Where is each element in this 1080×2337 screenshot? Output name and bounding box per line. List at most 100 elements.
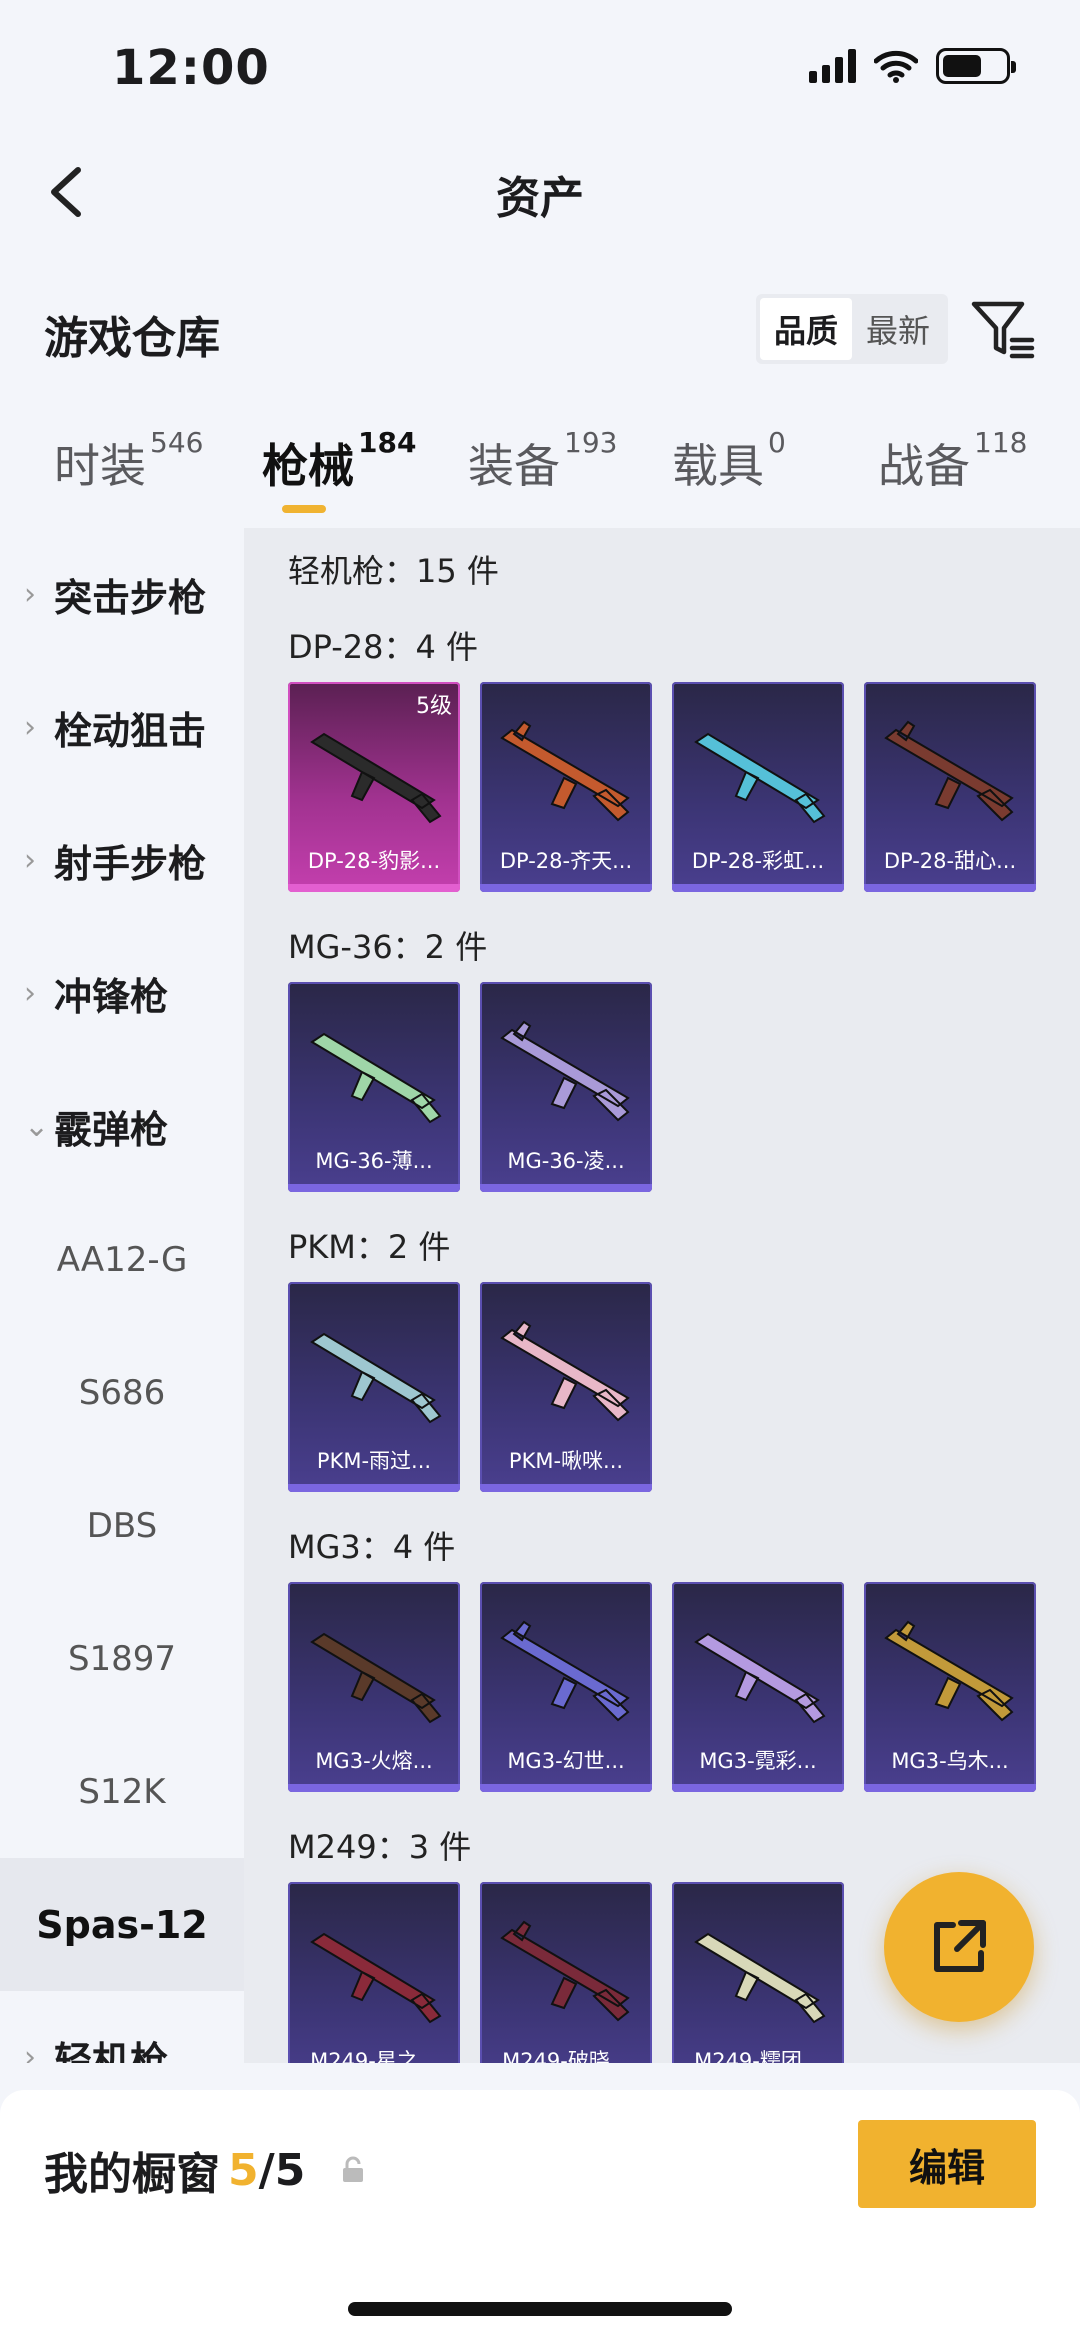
nav-bar: 资产 [0, 140, 1080, 240]
filter-icon[interactable] [968, 296, 1036, 364]
sidebar-item-smg[interactable]: › 冲锋枪 [0, 927, 244, 1060]
status-icons [809, 48, 1016, 84]
tab-guns[interactable]: 枪械 184 [262, 426, 416, 496]
rarity-bar [480, 1784, 652, 1792]
weapon-card-label: MG-36-凌... [507, 1149, 625, 1173]
bottom-bar: 我的橱窗 5/5 编辑 [0, 2090, 1080, 2337]
sidebar-subitem-aa12g[interactable]: AA12-G [0, 1193, 244, 1326]
sort-toggle: 品质 最新 [756, 294, 948, 364]
weapon-card-label: MG3-火熔... [315, 1749, 433, 1773]
weapon-card-label: M249-糯团... [694, 2049, 822, 2063]
sidebar-item-assault-rifle[interactable]: › 突击步枪 [0, 528, 244, 661]
weapon-image [694, 1932, 826, 2024]
weapon-card[interactable]: MG3-霓彩... [672, 1582, 844, 1792]
weapon-card[interactable]: MG3-乌木... [864, 1582, 1036, 1792]
sidebar-item-bolt-sniper[interactable]: › 栓动狙击 [0, 661, 244, 794]
weapon-card-label: DP-28-甜心... [883, 849, 1017, 873]
weapon-card-label: M249-破晓... [502, 2049, 630, 2063]
weapon-image [884, 1620, 1014, 1722]
tab-equipment[interactable]: 装备 193 [468, 426, 617, 496]
weapon-image [310, 1632, 442, 1724]
weapon-card[interactable]: PKM-啾咪... [480, 1282, 652, 1492]
weapon-card-label: M249-星之... [310, 2049, 438, 2063]
sidebar-item-shotgun[interactable]: ⌄ 霰弹枪 [0, 1060, 244, 1193]
rarity-bar [480, 1484, 652, 1492]
sidebar-subitem-dbs[interactable]: DBS [0, 1459, 244, 1592]
weapon-group-title: DP-28：4 件 [288, 628, 479, 666]
weapon-card[interactable]: M249-破晓... [480, 1882, 652, 2063]
weapon-card-label: MG3-幻世... [507, 1749, 625, 1773]
weapon-card[interactable]: MG-36-凌... [480, 982, 652, 1192]
weapon-image [500, 1920, 630, 2022]
rarity-bar [480, 884, 652, 892]
level-badge: 5级 [416, 694, 452, 719]
rarity-bar [672, 884, 844, 892]
page-title: 资产 [496, 173, 584, 224]
home-indicator [348, 2302, 732, 2316]
weapon-image [310, 1332, 442, 1424]
section-title: 游戏仓库 [44, 313, 220, 364]
weapon-card[interactable]: DP-28-齐天... [480, 682, 652, 892]
weapon-image [884, 720, 1014, 822]
weapon-card[interactable]: DP-28-甜心... [864, 682, 1036, 892]
sidebar-subitem-s12k[interactable]: S12K [0, 1725, 244, 1858]
weapon-card[interactable]: DP-28-彩虹... [672, 682, 844, 892]
tab-fashion[interactable]: 时装 546 [54, 426, 203, 496]
showcase-summary: 我的橱窗 5/5 [44, 2138, 367, 2202]
share-button[interactable] [884, 1872, 1034, 2022]
weapon-image [694, 732, 826, 824]
sidebar-item-lmg[interactable]: › 轻机枪 [0, 1991, 244, 2063]
weapon-card[interactable]: M249-星之... [288, 1882, 460, 2063]
rarity-bar [288, 1784, 460, 1792]
weapon-card[interactable]: MG3-幻世... [480, 1582, 652, 1792]
weapon-card[interactable]: M249-糯团... [672, 1882, 844, 2063]
weapon-card[interactable]: PKM-雨过... [288, 1282, 460, 1492]
chevron-right-icon: › [24, 710, 36, 745]
sidebar: › 突击步枪 › 栓动狙击 › 射手步枪 › 冲锋枪 ⌄ 霰弹枪 AA12-G S686 … [0, 528, 244, 2063]
weapon-card-label: PKM-雨过... [316, 1449, 432, 1473]
tab-vehicles[interactable]: 载具 0 [672, 426, 786, 496]
tab-supplies[interactable]: 战备 118 [878, 426, 1027, 496]
chevron-down-icon: ⌄ [24, 1109, 50, 1144]
weapon-image [500, 1320, 630, 1422]
sidebar-subitem-s686[interactable]: S686 [0, 1326, 244, 1459]
wifi-icon [874, 50, 918, 83]
status-bar: 12:00 [0, 0, 1080, 140]
weapon-image [310, 1032, 442, 1124]
weapon-card[interactable]: 5级 DP-28-豹影... [288, 682, 460, 892]
weapon-image [694, 1632, 826, 1724]
sidebar-subitem-s1897[interactable]: S1897 [0, 1592, 244, 1725]
sidebar-subitem-spas12[interactable]: Spas-12 [0, 1858, 244, 1991]
weapon-card-label: DP-28-齐天... [499, 849, 633, 873]
weapon-group-title: MG-36：2 件 [288, 928, 488, 966]
weapon-card-label: MG-36-薄... [315, 1149, 433, 1173]
rarity-bar [288, 1184, 460, 1192]
rarity-bar [288, 884, 460, 892]
weapon-card[interactable]: MG3-火熔... [288, 1582, 460, 1792]
chevron-right-icon: › [24, 2040, 36, 2063]
weapon-group-title: M249：3 件 [288, 1828, 472, 1866]
battery-icon [936, 48, 1016, 84]
rarity-bar [864, 884, 1036, 892]
rarity-bar [864, 1784, 1036, 1792]
weapon-card[interactable]: MG-36-薄... [288, 982, 460, 1192]
rarity-bar [288, 1484, 460, 1492]
weapon-image [310, 732, 442, 824]
sort-quality-button[interactable]: 品质 [760, 298, 852, 360]
sidebar-item-marksman-rifle[interactable]: › 射手步枪 [0, 794, 244, 927]
share-icon [934, 1920, 986, 1972]
weapon-card-label: PKM-啾咪... [508, 1449, 624, 1473]
weapon-image [500, 1620, 630, 1722]
weapon-card-label: MG3-乌木... [891, 1749, 1009, 1773]
showcase-total: /5 [258, 2144, 306, 2196]
weapon-card-label: DP-28-彩虹... [691, 849, 825, 873]
sort-newest-button[interactable]: 最新 [852, 298, 944, 360]
weapon-group-title: PKM：2 件 [288, 1228, 451, 1266]
weapon-card-label: MG3-霓彩... [699, 1749, 817, 1773]
category-summary: 轻机枪：15 件 [288, 552, 499, 590]
tab-indicator [282, 505, 326, 513]
showcase-count: 5 [228, 2144, 259, 2196]
edit-button[interactable]: 编辑 [858, 2120, 1036, 2208]
chevron-right-icon: › [24, 843, 36, 878]
weapon-group-title: MG3：4 件 [288, 1528, 456, 1566]
